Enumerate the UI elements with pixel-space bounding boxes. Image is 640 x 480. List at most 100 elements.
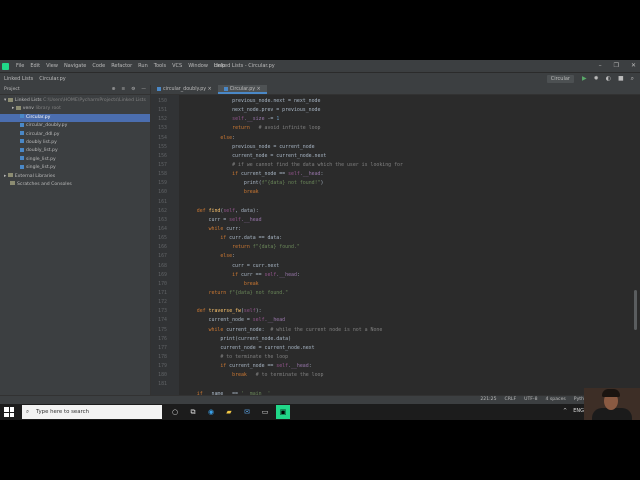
code-editor[interactable]: 150 previous_node.next = next_node 151 ne… [151,95,631,397]
code-line[interactable]: 177 current_node = current_node.next [151,344,631,353]
line-number: 172 [158,299,167,306]
tab-circular-doubly[interactable]: circular_doubly.py × [151,85,218,94]
code-line[interactable]: 150 previous_node.next = next_node [151,97,631,106]
code-line[interactable]: 156 current_node = current_node.next [151,152,631,161]
code-line[interactable]: 153 return # avoid infinite loop [151,124,631,133]
code-line[interactable]: 151 next_node.prev = previous_node [151,106,631,115]
line-number: 167 [158,253,167,260]
gear-icon[interactable]: ⚙ [131,87,135,92]
code-line[interactable]: 180 break # to terminate the loop [151,371,631,380]
tree-item-file[interactable]: circular_doubly.py [0,122,150,130]
tree-item-scratches[interactable]: Scratches and Consoles [0,181,150,189]
language-indicator[interactable]: ENG [573,408,584,414]
code-line[interactable]: 181 [151,380,631,389]
code-line[interactable]: 178 # to terminate the loop [151,353,631,362]
tray-expand-icon[interactable]: ^ [563,408,567,414]
code-line[interactable]: 169 if curr == self.__head: [151,271,631,280]
task-view-icon[interactable]: ⧉ [186,405,200,419]
file-encoding[interactable]: UTF-8 [524,397,537,402]
python-file-icon [20,156,24,161]
code-text: while curr: [208,225,241,232]
tree-item-file[interactable]: doubly list.py [0,139,150,147]
close-tab-icon[interactable]: × [208,87,212,92]
locate-icon[interactable]: ⊕ [112,87,116,92]
menu-refactor[interactable]: Refactor [108,63,135,69]
menu-run[interactable]: Run [135,63,151,69]
breadcrumb-file[interactable]: Circular.py [39,76,66,82]
line-number: 177 [158,344,167,351]
code-line[interactable]: 165 if curr.data == data: [151,234,631,243]
code-line[interactable]: 161 [151,198,631,207]
close-button[interactable]: ✕ [631,62,636,69]
minimize-button[interactable]: – [599,62,602,69]
code-line[interactable]: 175 while current_node: # while the curr… [151,326,631,335]
code-line[interactable]: 160 break [151,188,631,197]
line-separator[interactable]: CRLF [505,397,517,402]
tree-item-file[interactable]: single_list.py [0,164,150,172]
cursor-position[interactable]: 221:25 [480,397,496,402]
breadcrumb-project[interactable]: Linked Lists [4,76,33,82]
menu-vcs[interactable]: VCS [169,63,185,69]
menu-tools[interactable]: Tools [151,63,169,69]
collapse-icon[interactable]: ≡ [121,87,125,92]
debug-icon[interactable]: ✹ [594,75,599,83]
code-text: curr = self.__head [185,216,262,223]
menu-edit[interactable]: Edit [27,63,43,69]
tree-item-root[interactable]: ▾ Linked Lists C:\Users\HOME\PycharmProj… [0,97,150,105]
code-line[interactable]: 171 return f"{data} not found." [151,289,631,298]
tree-item-file[interactable]: doubly_list.py [0,147,150,155]
code-line[interactable]: 152 self.__size -= 1 [151,115,631,124]
pycharm-taskbar-icon[interactable]: ▣ [276,405,290,419]
menu-window[interactable]: Window [185,63,211,69]
windows-start-icon[interactable] [4,407,14,417]
tab-circular[interactable]: Circular.py × [217,85,267,94]
menu-view[interactable]: View [43,63,61,69]
code-line[interactable]: 172 [151,298,631,307]
code-line[interactable]: 163 curr = self.__head [151,216,631,225]
file-explorer-icon[interactable]: ▰ [222,405,236,419]
run-icon[interactable]: ▶ [582,75,587,83]
code-line[interactable]: 167 else: [151,252,631,261]
code-line[interactable]: 158 if current_node == self.__head: [151,170,631,179]
mail-icon[interactable]: ✉ [240,405,254,419]
cortana-icon[interactable]: ○ [168,405,182,419]
project-pane-title[interactable]: Project [4,87,20,92]
interpreter-label[interactable]: Pyth [574,397,584,402]
indent-setting[interactable]: 4 spaces [546,397,566,402]
code-line[interactable]: 164 while curr: [151,225,631,234]
code-line[interactable]: 157 # if we cannot find the data which t… [151,161,631,170]
code-line[interactable]: 176 print(current_node.data) [151,335,631,344]
terminal-icon[interactable]: ▭ [258,405,272,419]
editor-scrollbar[interactable] [631,95,640,395]
code-line[interactable]: 162 def find(self, data): [151,207,631,216]
hide-icon[interactable]: — [141,87,146,92]
scrollbar-thumb[interactable] [634,290,637,330]
tree-item-venv[interactable]: ▸ venv library root [0,105,150,113]
code-line[interactable]: 168 curr = curr.next [151,262,631,271]
code-line[interactable]: 159 print(f"{data} not found!") [151,179,631,188]
menu-code[interactable]: Code [89,63,108,69]
maximize-button[interactable]: ❐ [614,62,619,69]
tree-item-file[interactable]: circular_ddl.py [0,131,150,139]
menu-navigate[interactable]: Navigate [61,63,89,69]
tree-item-file[interactable]: single_list.py [0,156,150,164]
code-line[interactable]: 155 previous_node = current_node [151,143,631,152]
code-line[interactable]: 166 return f"{data} found." [151,243,631,252]
menu-file[interactable]: File [13,63,27,69]
search-icon[interactable]: ⌕ [631,75,634,83]
coverage-icon[interactable]: ◐ [606,75,611,83]
taskbar-search-input[interactable]: ⌕ Type here to search [22,405,162,419]
code-area[interactable]: 150 previous_node.next = next_node 151 ne… [151,97,631,399]
run-config-select[interactable]: Circular [546,75,574,83]
close-tab-icon[interactable]: × [257,87,261,92]
edge-icon[interactable]: ◉ [204,405,218,419]
code-line[interactable]: 174 current_node = self.__head [151,316,631,325]
code-line[interactable]: 154 else: [151,134,631,143]
line-number: 180 [158,372,167,379]
stop-icon[interactable]: ■ [618,75,624,83]
code-line[interactable]: 179 if current_node == self.__head: [151,362,631,371]
tree-item-circular[interactable]: Circular.py [0,113,150,123]
code-line[interactable]: 170 break [151,280,631,289]
tree-item-external-libraries[interactable]: ▸ External Libraries [0,173,150,181]
code-line[interactable]: 173 def traverse_fw(self): [151,307,631,316]
